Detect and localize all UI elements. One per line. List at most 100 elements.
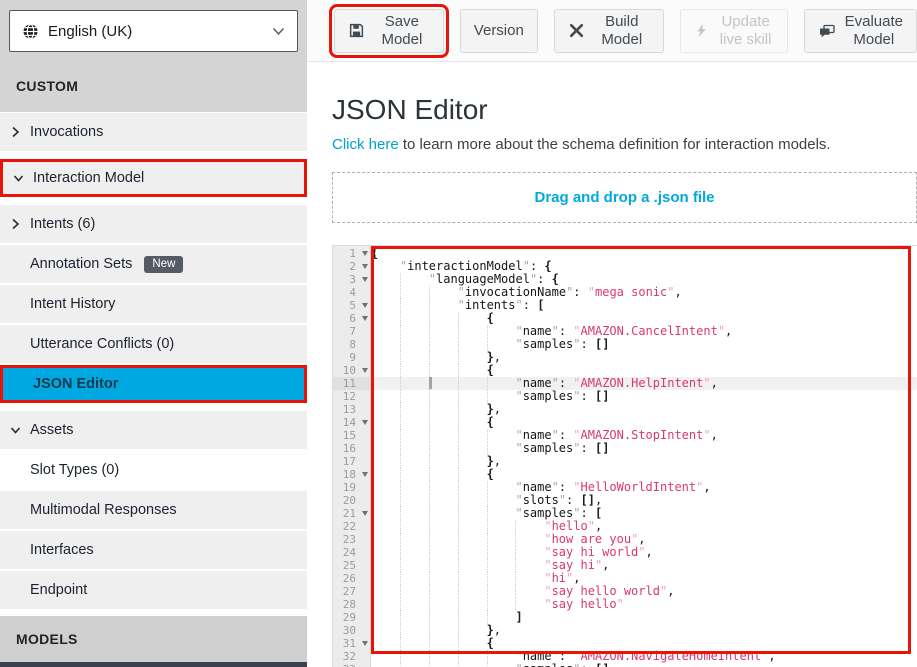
gutter-line: 24 xyxy=(333,546,370,559)
code-line[interactable]: "name": "AMAZON.HelpIntent", xyxy=(371,377,917,390)
language-selector[interactable]: English (UK) xyxy=(9,10,298,52)
code-line[interactable]: "samples": [] xyxy=(371,663,917,667)
gutter-line: 20 xyxy=(333,494,370,507)
gutter-line: 12 xyxy=(333,390,370,403)
sidebar-item-label: JSON Editor xyxy=(33,376,118,392)
evaluate-model-button[interactable]: Evaluate Model xyxy=(804,9,917,53)
line-number: 11 xyxy=(343,377,356,390)
toolbar-button-label: Build Model xyxy=(594,13,650,49)
code-line[interactable]: "name": "AMAZON.NavigateHomeIntent", xyxy=(371,650,917,663)
fold-arrow-icon[interactable] xyxy=(362,420,368,425)
fold-arrow-icon[interactable] xyxy=(362,368,368,373)
sidebar-item-interaction-model[interactable]: Interaction Model xyxy=(0,159,307,197)
code-line[interactable]: "say hi world", xyxy=(371,546,917,559)
line-number: 4 xyxy=(349,286,356,299)
sidebar-item-intent-history[interactable]: Intent History xyxy=(0,285,307,323)
toolbar-button-label: Save Model xyxy=(374,13,430,49)
code-line[interactable]: "samples": [ xyxy=(371,507,917,520)
fold-arrow-icon[interactable] xyxy=(362,472,368,477)
learn-more-link[interactable]: Click here xyxy=(332,136,399,153)
line-number: 27 xyxy=(343,585,356,598)
fold-arrow-icon[interactable] xyxy=(362,251,368,256)
line-number: 8 xyxy=(349,338,356,351)
code-line[interactable]: "invocationName": "mega sonic", xyxy=(371,286,917,299)
sidebar: English (UK) CUSTOM Invocations Interacti… xyxy=(0,0,307,667)
code-line[interactable]: "name": "AMAZON.CancelIntent", xyxy=(371,325,917,338)
editor-gutter: 1234567891011121314151617181920212223242… xyxy=(333,246,371,667)
line-number: 26 xyxy=(343,572,356,585)
fold-arrow-icon[interactable] xyxy=(362,641,368,646)
sidebar-nav: InvocationsInteraction ModelIntents (6)A… xyxy=(0,112,307,609)
code-line[interactable]: }, xyxy=(371,455,917,468)
code-line[interactable]: "samples": [] xyxy=(371,442,917,455)
update-live-skill-button: Update live skill xyxy=(680,9,788,53)
sidebar-item-multimodal-responses[interactable]: Multimodal Responses xyxy=(0,491,307,529)
sidebar-item-label: Assets xyxy=(30,422,74,438)
custom-section-heading: CUSTOM xyxy=(0,78,307,94)
gutter-line: 6 xyxy=(333,312,370,325)
gutter-line: 11 xyxy=(333,377,370,390)
save-model-button[interactable]: Save Model xyxy=(334,9,444,53)
line-number: 1 xyxy=(349,247,356,260)
sidebar-item-label: Annotation Sets xyxy=(30,256,132,272)
code-line[interactable]: "say hello world", xyxy=(371,585,917,598)
code-line[interactable]: }, xyxy=(371,624,917,637)
gutter-line: 28 xyxy=(333,598,370,611)
sidebar-item-json-editor[interactable]: JSON Editor xyxy=(0,365,307,403)
line-number: 32 xyxy=(343,650,356,663)
code-line[interactable]: "slots": [], xyxy=(371,494,917,507)
line-number: 17 xyxy=(343,455,356,468)
sidebar-item-slot-types-0[interactable]: Slot Types (0) xyxy=(0,451,307,489)
line-number: 18 xyxy=(343,468,356,481)
json-code-editor[interactable]: 1234567891011121314151617181920212223242… xyxy=(332,245,917,667)
code-line[interactable]: "say hi", xyxy=(371,559,917,572)
line-number: 21 xyxy=(343,507,356,520)
code-line[interactable]: "name": "HelloWorldIntent", xyxy=(371,481,917,494)
line-number: 33 xyxy=(343,663,356,667)
toolbar-button-label: Evaluate Model xyxy=(845,13,903,49)
build-model-button[interactable]: Build Model xyxy=(554,9,664,53)
fold-arrow-icon[interactable] xyxy=(362,511,368,516)
sidebar-item-label: Utterance Conflicts (0) xyxy=(30,336,174,352)
gutter-line: 2 xyxy=(333,260,370,273)
line-number: 16 xyxy=(343,442,356,455)
code-line[interactable]: "say hello" xyxy=(371,598,917,611)
gutter-line: 9 xyxy=(333,351,370,364)
version-button[interactable]: Version xyxy=(460,9,538,53)
save-icon xyxy=(348,22,365,39)
sidebar-item-invocations[interactable]: Invocations xyxy=(0,113,307,151)
sidebar-item-endpoint[interactable]: Endpoint xyxy=(0,571,307,609)
code-line[interactable]: ] xyxy=(371,611,917,624)
code-line[interactable]: }, xyxy=(371,403,917,416)
code-line[interactable]: "intents": [ xyxy=(371,299,917,312)
sidebar-item-assets[interactable]: Assets xyxy=(0,411,307,449)
line-number: 5 xyxy=(349,299,356,312)
gutter-line: 13 xyxy=(333,403,370,416)
gutter-line: 4 xyxy=(333,286,370,299)
sidebar-item-utterance-conflicts-0[interactable]: Utterance Conflicts (0) xyxy=(0,325,307,363)
toolbar-button-label: Version xyxy=(474,22,524,40)
sidebar-spacer xyxy=(0,609,307,616)
sidebar-item-interfaces[interactable]: Interfaces xyxy=(0,531,307,569)
fold-arrow-icon[interactable] xyxy=(362,303,368,308)
editor-code[interactable]: {"interactionModel": {"languageModel": {… xyxy=(371,246,917,667)
code-line[interactable]: "samples": [] xyxy=(371,390,917,403)
gutter-line: 30 xyxy=(333,624,370,637)
sidebar-bottom-strip xyxy=(0,662,307,667)
line-number: 3 xyxy=(349,273,356,286)
gutter-line: 17 xyxy=(333,455,370,468)
build-icon xyxy=(568,22,585,39)
language-selector-value: English (UK) xyxy=(48,23,272,40)
content-area: JSON Editor Click here to learn more abo… xyxy=(307,62,917,667)
code-line[interactable]: "samples": [] xyxy=(371,338,917,351)
sidebar-item-intents-6[interactable]: Intents (6) xyxy=(0,205,307,243)
fold-arrow-icon[interactable] xyxy=(362,316,368,321)
code-line[interactable]: }, xyxy=(371,351,917,364)
fold-arrow-icon[interactable] xyxy=(362,264,368,269)
json-dropzone[interactable]: Drag and drop a .json file xyxy=(332,172,917,223)
gutter-line: 14 xyxy=(333,416,370,429)
code-line[interactable]: "name": "AMAZON.StopIntent", xyxy=(371,429,917,442)
sidebar-item-annotation-sets[interactable]: Annotation SetsNew xyxy=(0,245,307,283)
gutter-line: 5 xyxy=(333,299,370,312)
fold-arrow-icon[interactable] xyxy=(362,277,368,282)
